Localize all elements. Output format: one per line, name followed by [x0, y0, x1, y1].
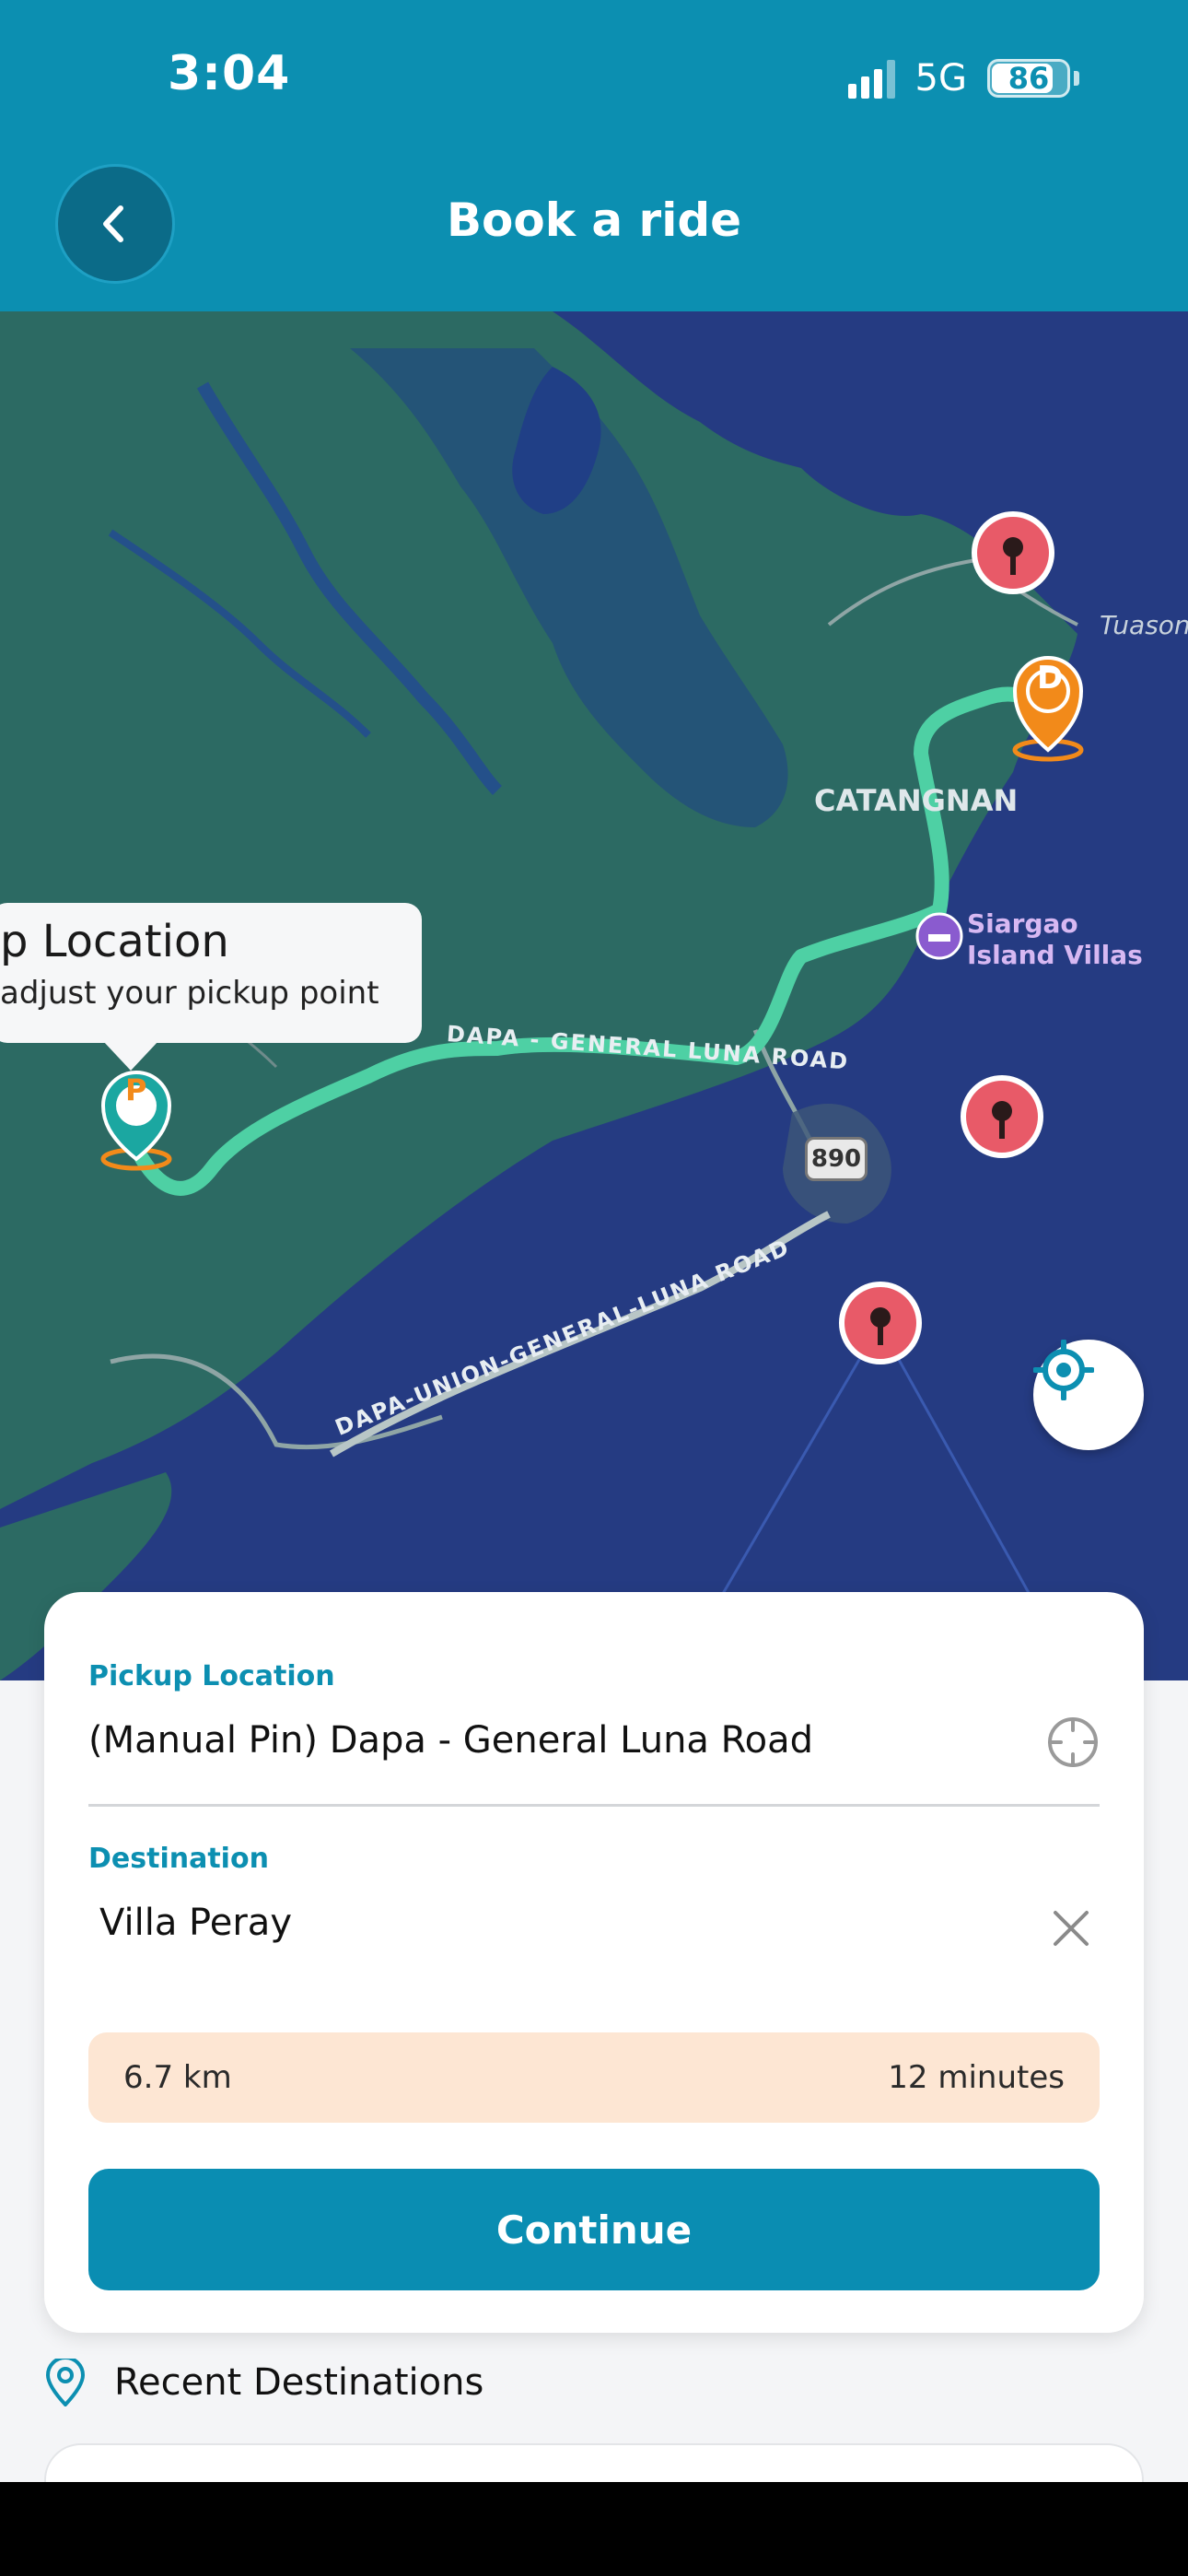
- app-header: 3:04 5G 86 Book a ride: [0, 0, 1188, 311]
- road-number-badge: 890: [805, 1137, 868, 1181]
- crosshair-target-icon: [1033, 1340, 1094, 1400]
- marker-letter-p: P: [125, 1072, 147, 1107]
- recent-destinations-header: Recent Destinations: [44, 2359, 483, 2406]
- map-label-villas: Siargao Island Villas: [967, 908, 1143, 970]
- trip-duration: 12 minutes: [888, 2059, 1065, 2096]
- status-indicators: 5G 86: [847, 57, 1079, 100]
- map-pin-red: [839, 1282, 922, 1364]
- map-pin-red: [961, 1075, 1043, 1158]
- trip-distance: 6.7 km: [123, 2059, 232, 2096]
- status-time: 3:04: [168, 46, 291, 101]
- book-ride-screen: 3:04 5G 86 Book a ride D P CATANGNAN Tua…: [0, 0, 1188, 2482]
- map-view[interactable]: D P CATANGNAN Tuason Siargao Island Vill…: [0, 311, 1188, 1680]
- battery-icon: 86: [987, 59, 1070, 98]
- booking-card: Pickup Location (Manual Pin) Dapa - Gene…: [44, 1592, 1144, 2333]
- tooltip-title: p Location: [0, 916, 229, 967]
- close-icon[interactable]: [1048, 1905, 1094, 1951]
- home-indicator-area: [0, 2482, 1188, 2576]
- map-label-tuason: Tuason: [1100, 610, 1188, 640]
- location-pin-icon: [45, 2359, 86, 2406]
- signal-icon: [847, 58, 895, 99]
- destination-label: Destination: [88, 1843, 269, 1875]
- destination-input[interactable]: Villa Peray: [99, 1902, 292, 1944]
- marker-letter-d: D: [1037, 660, 1064, 697]
- target-icon[interactable]: [1046, 1715, 1100, 1769]
- battery-tip: [1074, 71, 1079, 86]
- pickup-input[interactable]: (Manual Pin) Dapa - General Luna Road: [88, 1719, 813, 1762]
- pickup-label: Pickup Location: [88, 1660, 335, 1692]
- locate-me-button[interactable]: [1033, 1340, 1144, 1450]
- trip-estimate: 6.7 km 12 minutes: [88, 2032, 1100, 2123]
- pickup-tooltip: p Location adjust your pickup point: [0, 903, 422, 1071]
- hotel-icon: [915, 912, 963, 960]
- continue-button[interactable]: Continue: [88, 2169, 1100, 2290]
- map-pin-red: [972, 511, 1054, 594]
- recent-destinations-title: Recent Destinations: [114, 2361, 484, 2404]
- recent-destination-item[interactable]: [44, 2443, 1144, 2482]
- page-title: Book a ride: [446, 193, 742, 247]
- field-divider: [88, 1804, 1100, 1807]
- tooltip-subtitle: adjust your pickup point: [0, 975, 379, 1012]
- map-label-catangnan: CATANGNAN: [814, 783, 1019, 818]
- battery-level: 86: [1007, 61, 1050, 96]
- network-type: 5G: [914, 57, 967, 100]
